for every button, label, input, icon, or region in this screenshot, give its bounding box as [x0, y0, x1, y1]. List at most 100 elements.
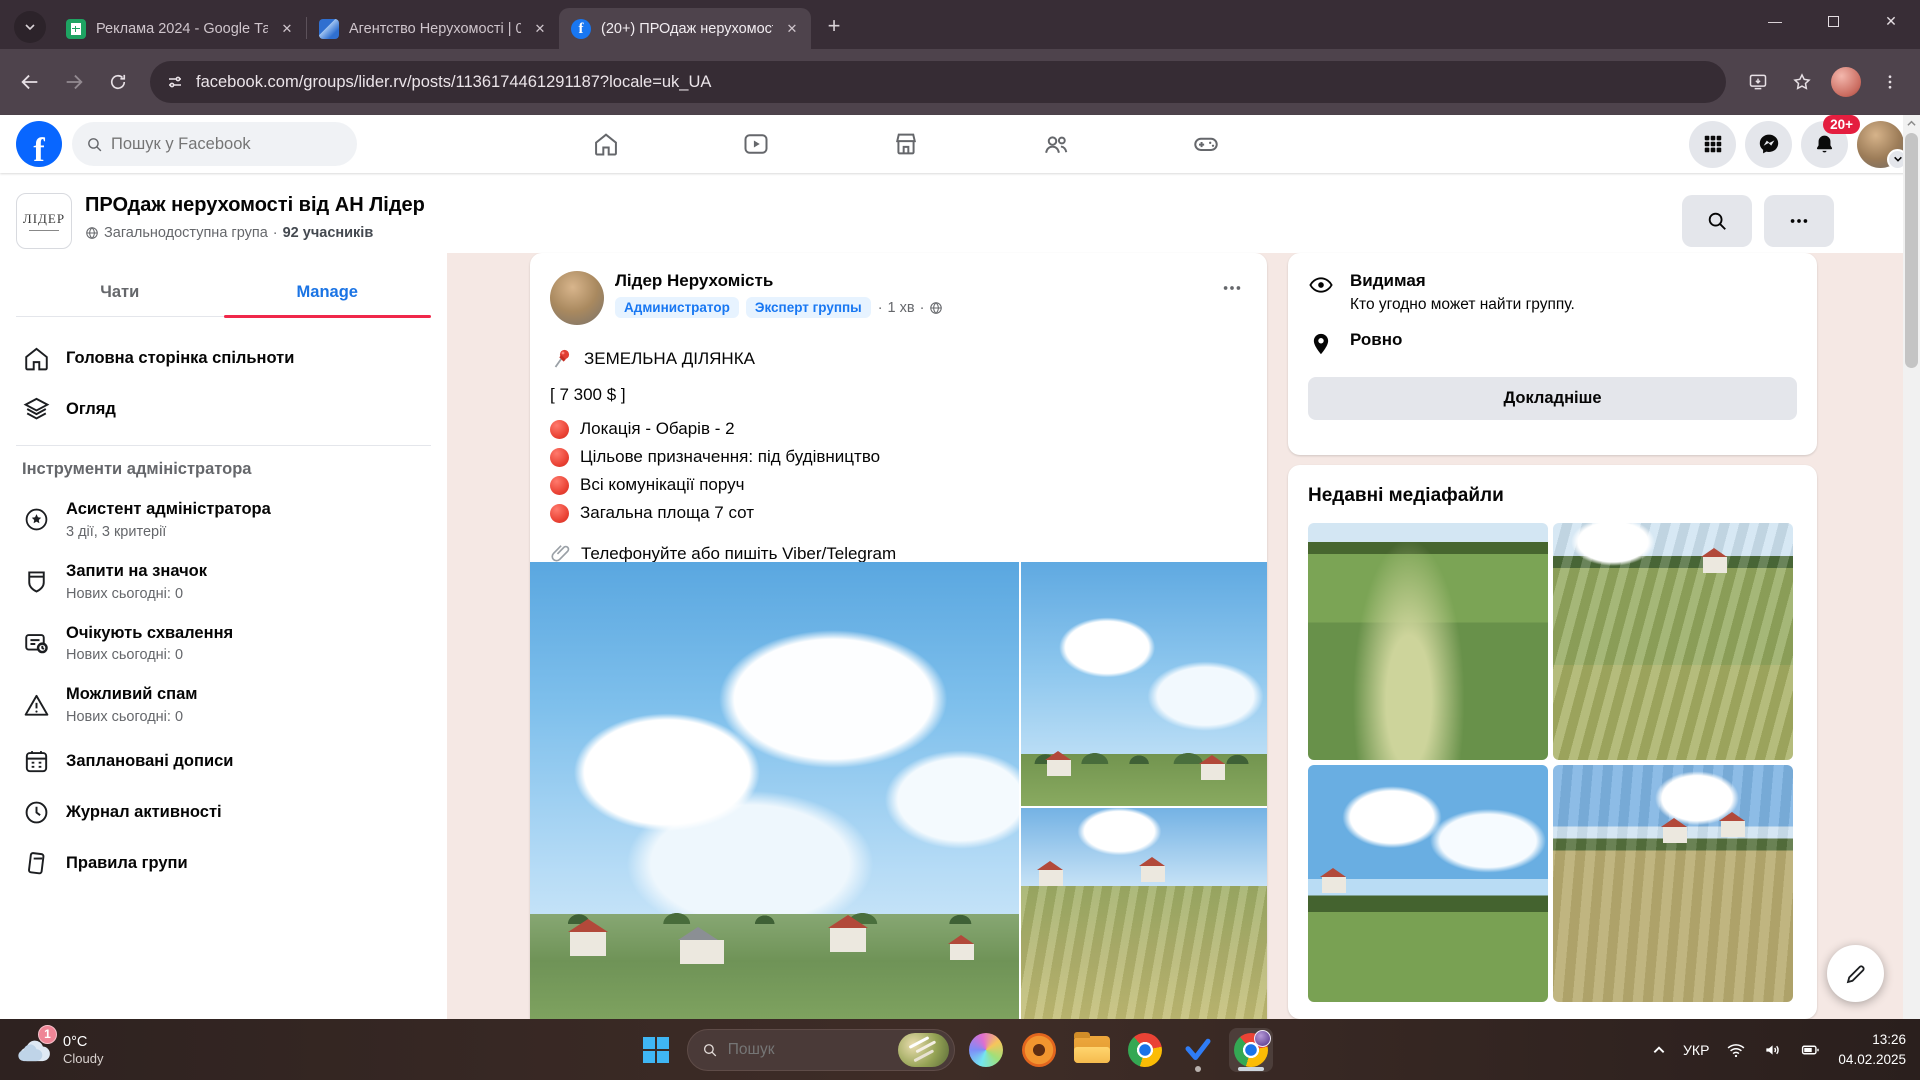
sidebar-item-possible-spam[interactable]: Можливий спам Нових сьогодні: 0 — [16, 674, 431, 736]
group-logo[interactable]: ЛІДЕР — [16, 193, 72, 249]
taskbar-search-input[interactable] — [728, 1041, 888, 1059]
warning-triangle-icon — [22, 691, 51, 720]
post-photo-2[interactable] — [1021, 562, 1267, 806]
chrome-profile-badge — [1254, 1030, 1271, 1047]
browser-profile-button[interactable] — [1826, 62, 1866, 102]
sidebar-item-sub: Нових сьогодні: 0 — [66, 647, 233, 663]
browser-tab-facebook-active[interactable]: f (20+) ПРОдаж нерухомості від ✕ — [559, 8, 811, 49]
forward-button[interactable] — [54, 62, 94, 102]
media-grid — [1308, 523, 1797, 1002]
post-author-name[interactable]: Лідер Нерухомість — [615, 271, 943, 291]
more-details-button[interactable]: Докладніше — [1308, 377, 1797, 420]
close-icon[interactable]: ✕ — [783, 20, 801, 38]
media-photo-4[interactable] — [1553, 765, 1793, 1002]
sidebar-item-community-home[interactable]: Головна сторінка спільноти — [16, 333, 431, 384]
badge-shield-icon — [22, 567, 51, 596]
home-tab[interactable] — [586, 124, 626, 164]
bookmark-button[interactable] — [1782, 62, 1822, 102]
taskbar-search[interactable] — [687, 1029, 955, 1071]
post-title-line: ЗЕМЕЛЬНА ДІЛЯНКА — [550, 347, 1247, 371]
menu-button[interactable] — [1689, 121, 1736, 168]
post-author-avatar[interactable] — [550, 271, 604, 325]
sidebar-item-activity-log[interactable]: Журнал активності — [16, 787, 431, 838]
post-more-button[interactable] — [1213, 269, 1251, 307]
sidebar-item-label: Журнал активності — [66, 803, 222, 823]
notifications-button[interactable]: 20+ — [1801, 121, 1848, 168]
new-tab-button[interactable]: + — [819, 11, 849, 41]
page-scrollbar[interactable] — [1903, 115, 1920, 1019]
sidebar-item-badge-requests[interactable]: Запити на значок Нових сьогодні: 0 — [16, 551, 431, 613]
star-icon — [1792, 72, 1812, 92]
install-app-button[interactable] — [1738, 62, 1778, 102]
folder-icon — [1074, 1036, 1110, 1063]
browser-menu-button[interactable] — [1870, 62, 1910, 102]
group-more-button[interactable] — [1764, 195, 1834, 247]
bell-icon — [1813, 133, 1836, 156]
facebook-logo[interactable]: f — [16, 121, 62, 167]
google-sheets-icon — [66, 19, 86, 39]
battery-icon[interactable] — [1800, 1040, 1821, 1060]
sidebar-item-group-rules[interactable]: Правила групи — [16, 838, 431, 889]
post-photo-main[interactable] — [530, 562, 1019, 1019]
browser-tab-sheets[interactable]: Реклама 2024 - Google Таблиці ✕ — [54, 8, 306, 49]
wifi-icon[interactable] — [1726, 1040, 1746, 1060]
minimize-button[interactable]: — — [1746, 0, 1804, 42]
paperclip-icon — [550, 543, 571, 564]
facebook-search[interactable] — [72, 122, 357, 166]
messenger-button[interactable] — [1745, 121, 1792, 168]
search-daily-image — [898, 1033, 949, 1067]
browser-tab-agency[interactable]: Агентство Нерухомості | 09751 ✕ — [307, 8, 559, 49]
active-window-indicator — [1238, 1067, 1264, 1071]
more-dots-icon — [1788, 210, 1810, 232]
sidebar-item-admin-assist[interactable]: Асистент адміністратора 3 дії, 3 критері… — [16, 489, 431, 551]
weather-widget[interactable]: 1 0°C Cloudy — [16, 1033, 103, 1066]
close-icon[interactable]: ✕ — [531, 20, 549, 38]
taskbar-file-explorer[interactable] — [1070, 1028, 1114, 1072]
maximize-button[interactable] — [1804, 0, 1862, 42]
back-button[interactable] — [10, 62, 50, 102]
taskbar-todo-app[interactable] — [1176, 1028, 1220, 1072]
pending-post-icon — [22, 629, 51, 658]
volume-icon[interactable] — [1763, 1040, 1783, 1060]
close-window-button[interactable]: ✕ — [1862, 0, 1920, 42]
post-time[interactable]: · 1 хв · — [878, 300, 944, 316]
tab-manage[interactable]: Manage — [224, 269, 432, 316]
gaming-tab[interactable] — [1186, 124, 1226, 164]
marketplace-tab[interactable] — [886, 124, 926, 164]
group-search-button[interactable] — [1682, 195, 1752, 247]
tab-chats[interactable]: Чати — [16, 269, 224, 316]
visibility-title: Видимая — [1350, 271, 1575, 291]
facebook-nav: f — [0, 115, 1920, 173]
start-button[interactable] — [634, 1028, 678, 1072]
groups-tab[interactable] — [1036, 124, 1076, 164]
village-strip — [530, 914, 1019, 1019]
tray-chevron-up-icon[interactable] — [1652, 1043, 1666, 1057]
language-indicator[interactable]: УКР — [1683, 1042, 1709, 1058]
address-bar[interactable]: facebook.com/groups/lider.rv/posts/11361… — [150, 61, 1726, 103]
group-name[interactable]: ПРОдаж нерухомості від АН Лідер — [85, 193, 425, 218]
expert-badge: Эксперт группы — [746, 297, 871, 318]
media-photo-1[interactable] — [1308, 523, 1548, 760]
sidebar-item-pending-approval[interactable]: Очікують схвалення Нових сьогодні: 0 — [16, 613, 431, 675]
taskbar-app-orange[interactable] — [1017, 1028, 1061, 1072]
compose-floating-button[interactable] — [1827, 945, 1884, 1002]
post-photo-3[interactable] — [1021, 808, 1267, 1019]
scroll-up-arrow-icon[interactable] — [1903, 115, 1920, 131]
reload-button[interactable] — [98, 62, 138, 102]
notification-count-badge: 20+ — [1823, 115, 1860, 134]
sidebar-item-scheduled-posts[interactable]: Заплановані дописи — [16, 736, 431, 787]
media-photo-2[interactable] — [1553, 523, 1793, 760]
tab-search-button[interactable] — [14, 11, 46, 43]
taskbar-clock[interactable]: 13:26 04.02.2025 — [1838, 1030, 1906, 1069]
media-photo-3[interactable] — [1308, 765, 1548, 1002]
watch-tab[interactable] — [736, 124, 776, 164]
account-button[interactable] — [1857, 121, 1904, 168]
close-icon[interactable]: ✕ — [278, 20, 296, 38]
taskbar-chrome[interactable] — [1123, 1028, 1167, 1072]
search-input[interactable] — [111, 135, 321, 154]
taskbar-chrome-active[interactable] — [1229, 1028, 1273, 1072]
taskbar-copilot[interactable] — [964, 1028, 1008, 1072]
scrollbar-thumb[interactable] — [1905, 133, 1918, 368]
sidebar-item-overview[interactable]: Огляд — [16, 384, 431, 435]
taskbar-center — [634, 1028, 1273, 1072]
